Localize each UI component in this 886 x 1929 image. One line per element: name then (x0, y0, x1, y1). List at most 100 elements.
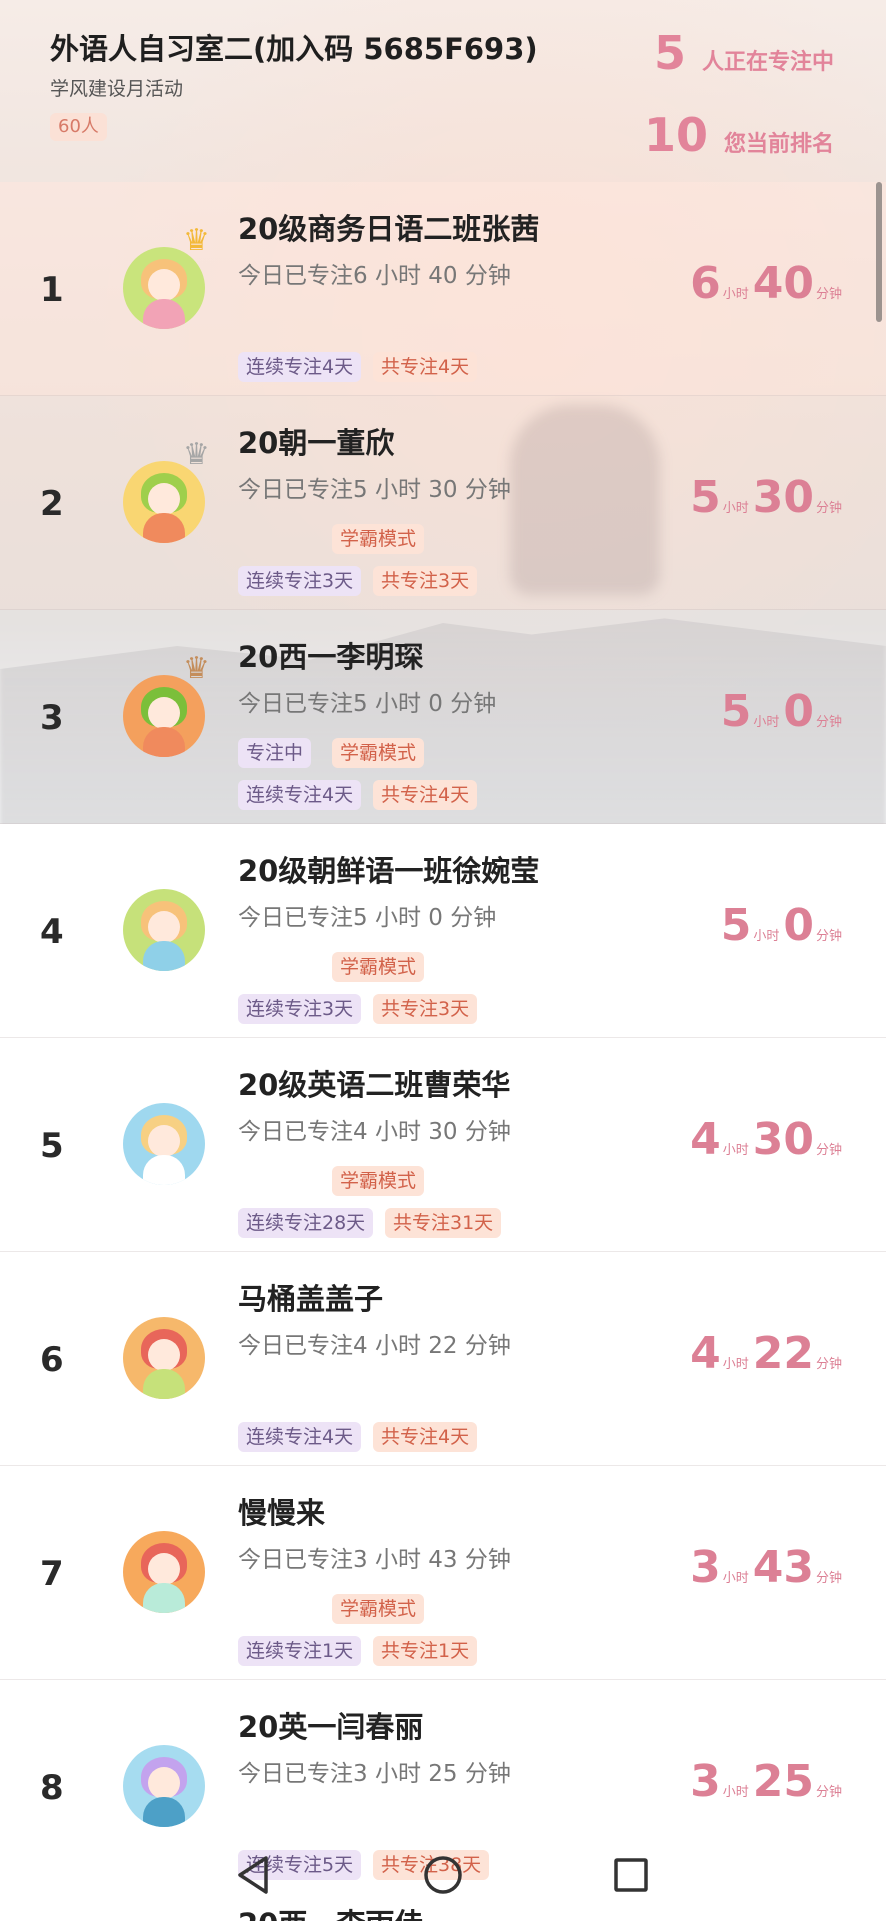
avatar-body (143, 299, 185, 329)
leaderboard-row[interactable]: 7 慢慢来 今日已专注3 小时 43 分钟 学霸模式 连续专注1天 共专注1天 3 小时 43 分… (0, 1466, 886, 1680)
hour-unit: 小时 (722, 1571, 749, 1586)
user-name: 马桶盖盖子 (238, 1282, 384, 1316)
rank-number: 8 (40, 1768, 64, 1808)
user-name: 20级英语二班曹荣华 (238, 1068, 511, 1102)
duration-hours: 3 (690, 1756, 721, 1807)
avatar-body (143, 1583, 185, 1613)
hour-unit: 小时 (753, 929, 780, 944)
back-triangle-icon[interactable] (226, 1848, 280, 1902)
duration-hours: 6 (690, 258, 721, 309)
room-subtitle: 学风建设月活动 (50, 78, 184, 100)
avatar-face (148, 483, 180, 515)
focusing-count: 5 (653, 26, 686, 80)
minute-unit: 分钟 (815, 1571, 842, 1586)
streak-tag: 连续专注4天 (238, 352, 362, 382)
today-focus-text: 今日已专注5 小时 30 分钟 (238, 477, 511, 503)
scrollbar[interactable] (876, 182, 882, 322)
silver-crown-icon: ♛ (183, 437, 210, 472)
study-mode-tag: 学霸模式 (332, 1594, 425, 1624)
room-header: 外语人自习室二(加入码 5685F693) 学风建设月活动 60人 5 人正在专… (0, 0, 886, 182)
user-name: 20级商务日语二班张茜 (238, 212, 540, 246)
bronze-crown-icon: ♛ (183, 651, 210, 686)
duration-minutes: 43 (752, 1542, 814, 1593)
leaderboard-row[interactable]: 6 马桶盖盖子 今日已专注4 小时 22 分钟 连续专注4天 共专注4天 4 小时 22 分钟 (0, 1252, 886, 1466)
avatar-girl-reading-icon[interactable] (123, 1103, 205, 1185)
focus-duration: 6 小时 40 分钟 (690, 262, 846, 306)
minute-unit: 分钟 (815, 287, 842, 302)
streak-tag: 连续专注28天 (238, 1208, 374, 1238)
avatar-girl-icon[interactable] (123, 247, 205, 329)
user-name: 20英一闫春丽 (238, 1710, 424, 1744)
focus-duration: 4 小时 22 分钟 (690, 1332, 846, 1376)
duration-minutes: 0 (783, 686, 814, 737)
user-name: 20级朝鲜语一班徐婉莹 (238, 854, 540, 888)
focus-duration: 3 小时 25 分钟 (690, 1760, 846, 1804)
focusing-status-tag: 专注中 (238, 738, 312, 768)
avatar-boy-icon[interactable] (123, 1317, 205, 1399)
rank-number: 5 (40, 1126, 64, 1166)
study-mode-tag: 学霸模式 (332, 1166, 425, 1196)
system-nav-bar (0, 1832, 886, 1920)
avatar-girl-pigtails-icon[interactable] (123, 461, 205, 543)
avatar-girl-red-hair-icon[interactable] (123, 1531, 205, 1613)
avatar-body (143, 513, 185, 543)
avatar-face (148, 1125, 180, 1157)
total-days-tag: 共专注4天 (373, 352, 478, 382)
today-focus-text: 今日已专注4 小时 22 分钟 (238, 1333, 511, 1359)
focus-duration: 5 小时 0 分钟 (721, 690, 846, 734)
rank-number: 2 (40, 484, 64, 524)
leaderboard-row[interactable]: 3 ♛ 20西一李明琛 今日已专注5 小时 0 分钟 专注中 学霸模式 连续专注4天 共专注4… (0, 610, 886, 824)
hour-unit: 小时 (722, 1357, 749, 1372)
study-mode-tag: 学霸模式 (332, 738, 425, 768)
total-days-tag: 共专注4天 (373, 780, 478, 810)
duration-minutes: 40 (752, 258, 814, 309)
minute-unit: 分钟 (815, 929, 842, 944)
focus-duration: 5 小时 30 分钟 (690, 476, 846, 520)
avatar-girl-green-icon[interactable] (123, 675, 205, 757)
avatar-face (148, 911, 180, 943)
total-days-tag: 共专注4天 (373, 1422, 478, 1452)
leaderboard-list[interactable]: 1 ♛ 20级商务日语二班张茜 今日已专注6 小时 40 分钟 连续专注4天 共专注4天 6… (0, 182, 886, 1894)
my-rank-label: 您当前排名 (723, 132, 834, 157)
total-days-tag: 共专注1天 (373, 1636, 478, 1666)
avatar-body (143, 727, 185, 757)
avatar-face (148, 1339, 180, 1371)
duration-hours: 5 (720, 900, 752, 951)
duration-hours: 4 (690, 1114, 721, 1165)
today-focus-text: 今日已专注6 小时 40 分钟 (238, 263, 511, 289)
rank-number: 7 (40, 1554, 64, 1594)
duration-minutes: 25 (752, 1756, 814, 1807)
recent-apps-square-icon[interactable] (604, 1848, 658, 1902)
member-count-badge[interactable]: 60人 (50, 113, 107, 141)
streak-tag: 连续专注4天 (238, 1422, 362, 1452)
leaderboard-row[interactable]: 4 20级朝鲜语一班徐婉莹 今日已专注5 小时 0 分钟 学霸模式 连续专注3天 共专注3… (0, 824, 886, 1038)
total-days-tag: 共专注31天 (385, 1208, 502, 1238)
leaderboard-row[interactable]: 1 ♛ 20级商务日语二班张茜 今日已专注6 小时 40 分钟 连续专注4天 共专注4天 6… (0, 182, 886, 396)
study-room-page: 外语人自习室二(加入码 5685F693) 学风建设月活动 60人 5 人正在专… (0, 0, 886, 1894)
avatar-girl-purple-icon[interactable] (123, 1745, 205, 1827)
avatar-body (143, 1155, 185, 1185)
focus-duration: 5 小时 0 分钟 (721, 904, 846, 948)
minute-unit: 分钟 (815, 501, 842, 516)
my-rank-stat: 10 您当前排名 (644, 112, 834, 158)
today-focus-text: 今日已专注5 小时 0 分钟 (238, 905, 497, 931)
total-days-tag: 共专注3天 (373, 566, 478, 596)
user-name: 慢慢来 (238, 1496, 326, 1530)
home-circle-icon[interactable] (416, 1848, 470, 1902)
focus-duration: 3 小时 43 分钟 (690, 1546, 846, 1590)
today-focus-text: 今日已专注3 小时 25 分钟 (238, 1761, 511, 1787)
hour-unit: 小时 (722, 287, 749, 302)
focusing-stat: 5 人正在专注中 (654, 30, 834, 76)
duration-hours: 5 (720, 686, 752, 737)
minute-unit: 分钟 (815, 715, 842, 730)
duration-hours: 5 (690, 472, 721, 523)
leaderboard-row[interactable]: 5 20级英语二班曹荣华 今日已专注4 小时 30 分钟 学霸模式 连续专注28天 共专注… (0, 1038, 886, 1252)
avatar-girl-blonde-icon[interactable] (123, 889, 205, 971)
leaderboard-row[interactable]: 2 ♛ 20朝一董欣 今日已专注5 小时 30 分钟 学霸模式 连续专注3天 共专注3天 5 小… (0, 396, 886, 610)
avatar-face (148, 1767, 180, 1799)
focus-duration: 4 小时 30 分钟 (690, 1118, 846, 1162)
rank-number: 4 (40, 912, 64, 952)
study-mode-tag: 学霸模式 (332, 524, 425, 554)
user-name: 20西一李明琛 (238, 640, 424, 674)
minute-unit: 分钟 (815, 1357, 842, 1372)
